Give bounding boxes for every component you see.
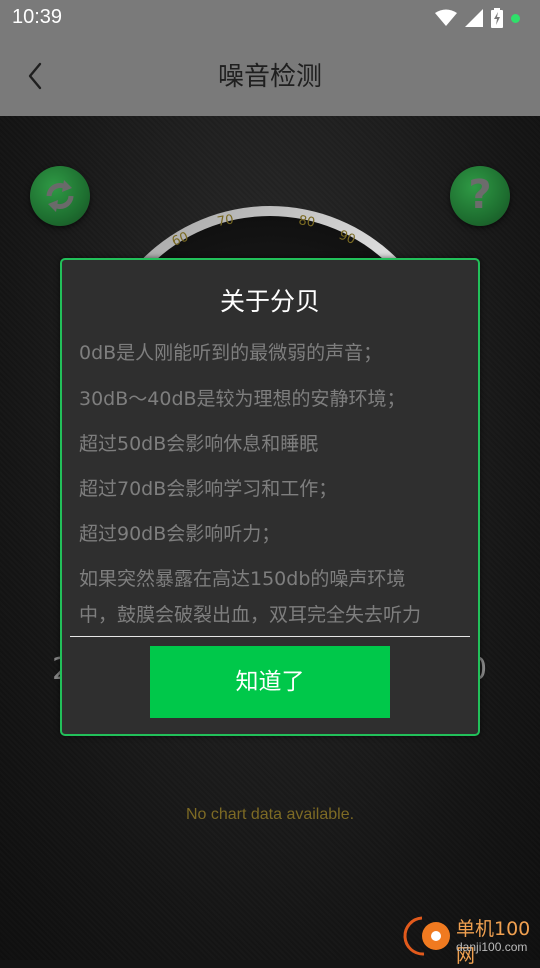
refresh-icon — [46, 180, 74, 212]
status-bar: 10:39 — [0, 0, 540, 36]
dialog-line: 0dB是人刚能听到的最微弱的声音； — [79, 342, 383, 364]
status-icons — [435, 8, 520, 28]
about-decibel-dialog: 关于分贝 0dB是人刚能听到的最微弱的声音； 30dB～40dB是较为理想的安静… — [60, 258, 480, 736]
dialog-line: 中，鼓膜会破裂出血，双耳完全失去听力 — [79, 604, 422, 626]
confirm-button[interactable]: 知道了 — [150, 646, 390, 718]
notification-dot-icon — [511, 13, 520, 23]
status-time: 10:39 — [12, 6, 63, 28]
dialog-line: 30dB～40dB是较为理想的安静环境； — [79, 388, 406, 410]
signal-icon — [465, 9, 483, 27]
wifi-icon — [435, 9, 457, 26]
dialog-line: 超过90dB会影响听力； — [79, 523, 281, 545]
dialog-line: 如果突然暴露在高达150db的噪声环境 — [79, 568, 406, 590]
watermark-logo-icon — [422, 922, 450, 950]
help-button[interactable]: ? — [450, 166, 510, 226]
battery-icon — [491, 8, 503, 28]
question-mark-icon: ? — [468, 172, 492, 218]
page-title: 噪音检测 — [217, 62, 322, 92]
dialog-line: 超过50dB会影响休息和睡眠 — [79, 433, 319, 455]
empty-chart-message: No chart data available. — [185, 806, 355, 823]
dialog-line: 超过70dB会影响学习和工作； — [79, 478, 338, 500]
app-bar: 噪音检测 — [0, 36, 540, 116]
gauge-tick-70: 70 — [216, 212, 235, 230]
site-watermark: 单机100网 danji100.com — [392, 912, 540, 967]
watermark-domain: danji100.com — [456, 940, 528, 954]
dialog-title: 关于分贝 — [219, 287, 320, 316]
dialog-body[interactable]: 0dB是人刚能听到的最微弱的声音； 30dB～40dB是较为理想的安静环境； 超… — [79, 342, 463, 632]
gauge-tick-80: 80 — [297, 213, 316, 231]
dialog-divider — [70, 636, 470, 637]
refresh-button[interactable] — [30, 166, 90, 226]
